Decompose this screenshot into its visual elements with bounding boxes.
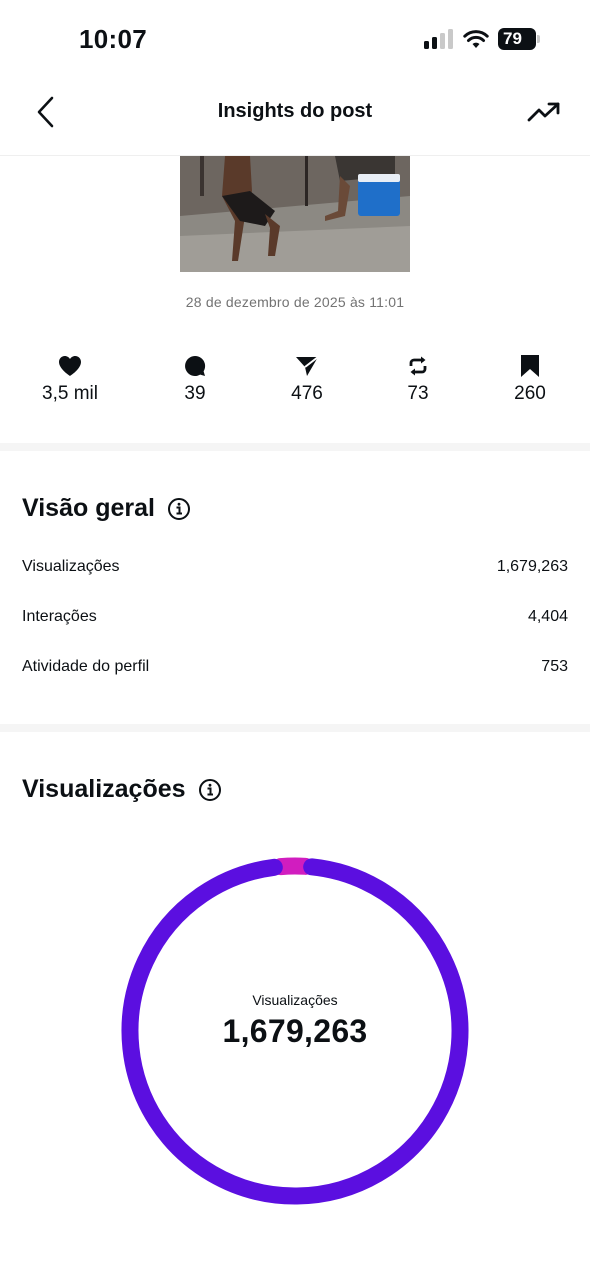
heart-icon — [59, 356, 81, 376]
donut-value: 1,679,263 — [222, 1013, 368, 1049]
overview-value: 1,679,263 — [496, 558, 568, 575]
saves-count: 260 — [514, 383, 546, 404]
page-title: Insights do post — [217, 100, 373, 122]
likes-count: 3,5 mil — [42, 383, 98, 404]
overview-value: 4,404 — [527, 608, 568, 625]
trending-button[interactable] — [526, 94, 562, 130]
status-bar: 10:07 79 — [0, 0, 590, 80]
views-heading: Visualizações — [22, 775, 222, 804]
section-divider — [0, 443, 590, 451]
cellular-signal-icon — [424, 29, 453, 49]
section-divider — [0, 724, 590, 732]
post-thumbnail[interactable] — [180, 156, 410, 272]
donut-segment — [272, 857, 314, 876]
overview-label: Atividade do perfil — [22, 658, 150, 675]
share-icon — [296, 356, 319, 376]
post-date: 28 de dezembro de 2025 às 11:01 — [185, 294, 405, 310]
battery-level: 79 — [498, 28, 536, 50]
status-time: 10:07 — [79, 24, 147, 54]
reposts-metric: 73 — [368, 352, 468, 405]
overview-label: Visualizações — [22, 558, 120, 575]
bookmark-icon — [521, 355, 539, 377]
donut-label: Visualizações — [252, 992, 338, 1008]
post-metrics: 3,5 mil 39 476 73 260 — [0, 352, 590, 412]
info-icon[interactable] — [167, 497, 191, 521]
overview-label: Interações — [22, 608, 97, 625]
overview-row-interactions[interactable]: Interações 4,404 — [22, 608, 568, 632]
shares-count: 476 — [291, 383, 323, 404]
post-photo — [180, 156, 410, 272]
shares-metric: 476 — [257, 352, 357, 405]
overview-row-profile-activity[interactable]: Atividade do perfil 753 — [22, 658, 568, 682]
status-icons: 79 — [424, 28, 540, 50]
wifi-icon — [463, 30, 489, 48]
reposts-count: 73 — [407, 383, 429, 404]
header: Insights do post — [0, 80, 590, 156]
likes-metric: 3,5 mil — [20, 352, 120, 405]
overview-row-views[interactable]: Visualizações 1,679,263 — [22, 558, 568, 582]
info-icon[interactable] — [198, 778, 222, 802]
trending-up-icon — [527, 102, 560, 122]
views-title: Visualizações — [22, 775, 186, 803]
overview-value: 753 — [541, 658, 568, 675]
overview-title: Visão geral — [22, 494, 155, 522]
repost-icon — [409, 356, 427, 376]
overview-heading: Visão geral — [22, 494, 191, 523]
comments-metric: 39 — [145, 352, 245, 405]
battery-icon: 79 — [498, 28, 540, 50]
comments-count: 39 — [184, 383, 206, 404]
saves-metric: 260 — [480, 352, 580, 405]
comment-icon — [185, 355, 206, 376]
